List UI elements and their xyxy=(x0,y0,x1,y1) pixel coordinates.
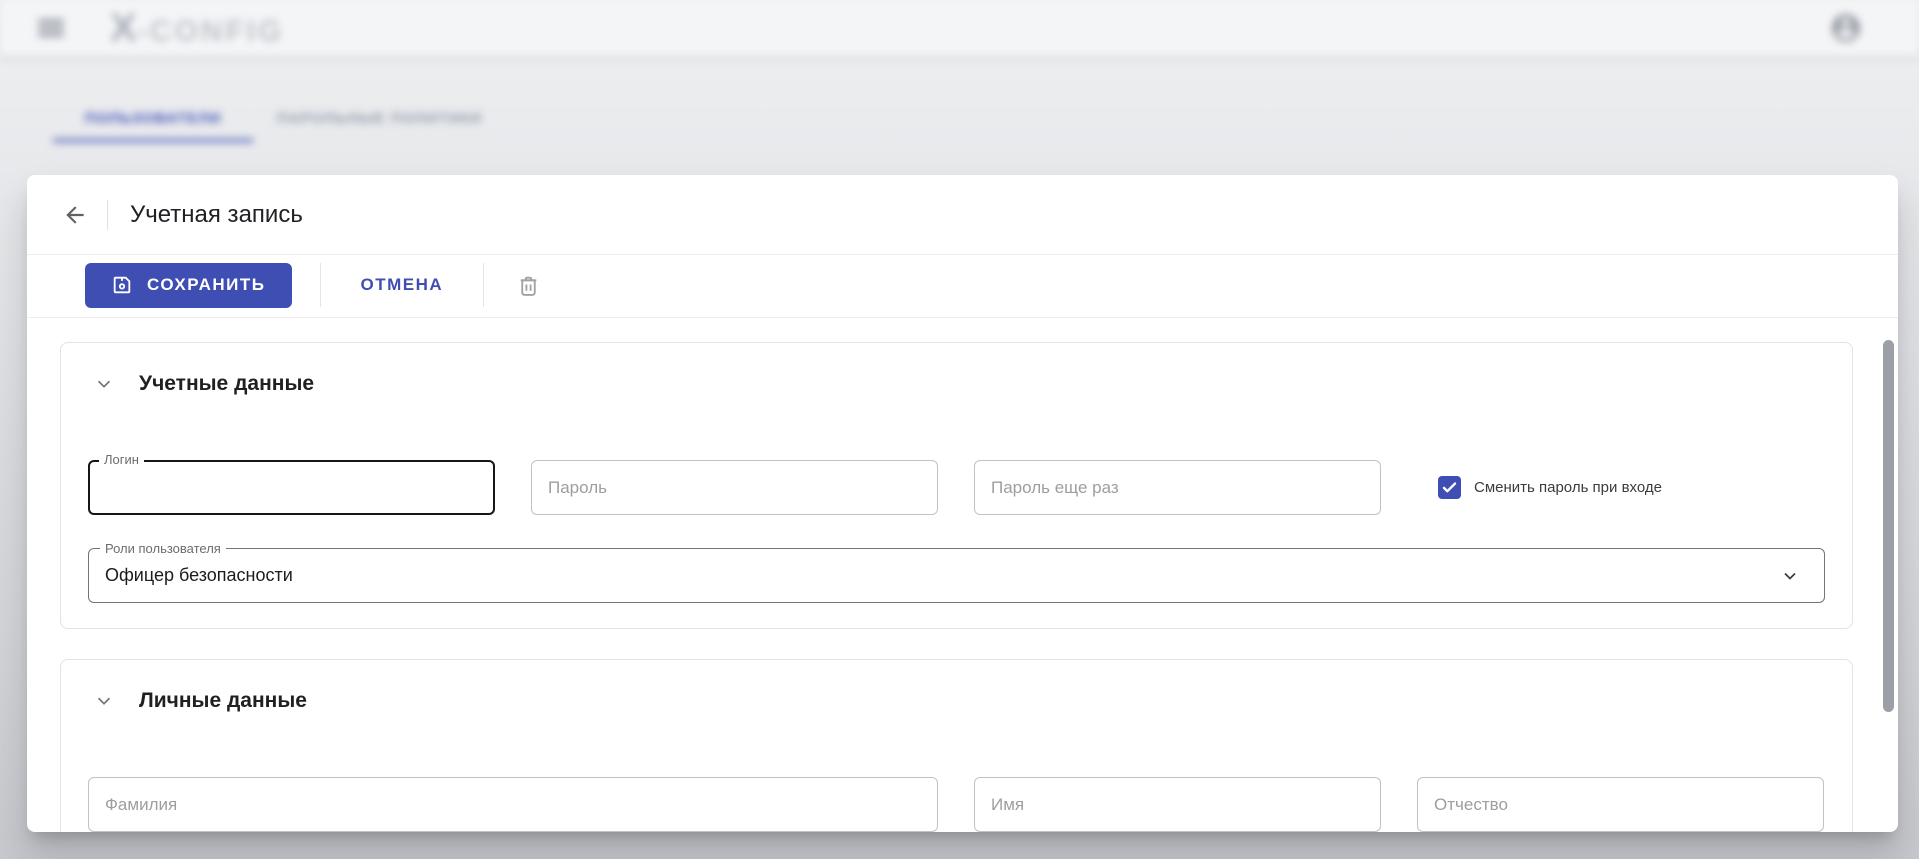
tab-users[interactable]: ПОЛЬЗОВАТЕЛИ xyxy=(53,94,253,142)
page-title: Учетная запись xyxy=(130,200,303,228)
lastname-field xyxy=(88,777,938,832)
save-button[interactable]: СОХРАНИТЬ xyxy=(85,262,292,308)
account-dialog: Учетная запись СОХРАНИТЬ ОТМЕНА Учетные … xyxy=(27,175,1898,832)
login-field: Логин xyxy=(88,451,495,515)
save-button-label: СОХРАНИТЬ xyxy=(147,275,266,294)
credentials-row: Логин Пароль Пароль еще раз Сменить паро… xyxy=(88,451,1825,515)
password-repeat-input[interactable] xyxy=(974,460,1381,515)
toolbar-divider xyxy=(319,263,321,307)
chevron-down-icon xyxy=(91,371,117,397)
password-field xyxy=(531,460,938,515)
section-personal-header[interactable]: Личные данные xyxy=(88,688,1825,714)
scrollbar-thumb[interactable] xyxy=(1883,340,1894,712)
change-password-checkbox[interactable] xyxy=(1438,476,1461,499)
tab-password-policies[interactable]: ПАРОЛЬНЫЕ ПОЛИТИКИ xyxy=(253,94,506,142)
dialog-content: Учетные данные Логин Пароль Пароль еще р… xyxy=(27,318,1898,832)
checkmark-icon xyxy=(1440,478,1459,497)
cancel-button[interactable]: ОТМЕНА xyxy=(349,265,456,305)
firstname-field xyxy=(974,777,1381,832)
back-button[interactable] xyxy=(55,195,95,235)
section-account-header[interactable]: Учетные данные xyxy=(88,371,1825,397)
delete-button[interactable] xyxy=(512,269,545,302)
password-input[interactable] xyxy=(531,460,938,515)
password-repeat-field xyxy=(974,460,1381,515)
section-title: Личные данные xyxy=(139,689,307,712)
tab-bar: ПОЛЬЗОВАТЕЛИ ПАРОЛЬНЫЕ ПОЛИТИКИ xyxy=(53,94,1919,142)
section-account-data: Учетные данные Логин Пароль Пароль еще р… xyxy=(60,342,1853,629)
firstname-input[interactable] xyxy=(974,777,1381,832)
account-circle-icon[interactable] xyxy=(1829,11,1863,45)
name-row xyxy=(88,777,1825,832)
login-label: Логин xyxy=(99,451,144,468)
roles-select[interactable]: Роли пользователя Офицер безопасности xyxy=(88,540,1825,603)
app-bar: X -CONFIG xyxy=(0,0,1919,56)
roles-row: Роли пользователя Офицер безопасности xyxy=(88,540,1825,603)
roles-label: Роли пользователя xyxy=(100,540,226,557)
change-password-label: Сменить пароль при входе xyxy=(1474,479,1662,496)
arrow-left-icon xyxy=(62,202,88,228)
section-title: Учетные данные xyxy=(139,372,315,395)
logo-text: -CONFIG xyxy=(136,14,285,48)
middlename-field xyxy=(1417,777,1824,832)
menu-icon[interactable] xyxy=(38,19,64,37)
dialog-header: Учетная запись xyxy=(27,175,1898,255)
login-input[interactable] xyxy=(88,460,495,515)
toolbar-divider xyxy=(483,263,485,307)
section-personal-data: Личные данные xyxy=(60,659,1853,832)
chevron-down-icon xyxy=(91,688,117,714)
logo-x: X xyxy=(110,5,137,50)
chevron-down-icon xyxy=(1778,564,1802,588)
toolbar: СОХРАНИТЬ ОТМЕНА xyxy=(27,255,1898,318)
app-logo: X -CONFIG xyxy=(110,6,284,51)
middlename-input[interactable] xyxy=(1417,777,1824,832)
change-password-checkbox-wrap[interactable]: Сменить пароль при входе xyxy=(1438,460,1662,515)
trash-icon xyxy=(516,273,541,298)
lastname-input[interactable] xyxy=(88,777,938,832)
header-divider xyxy=(107,199,108,230)
roles-value: Офицер безопасности xyxy=(105,565,293,585)
save-icon xyxy=(111,274,133,296)
